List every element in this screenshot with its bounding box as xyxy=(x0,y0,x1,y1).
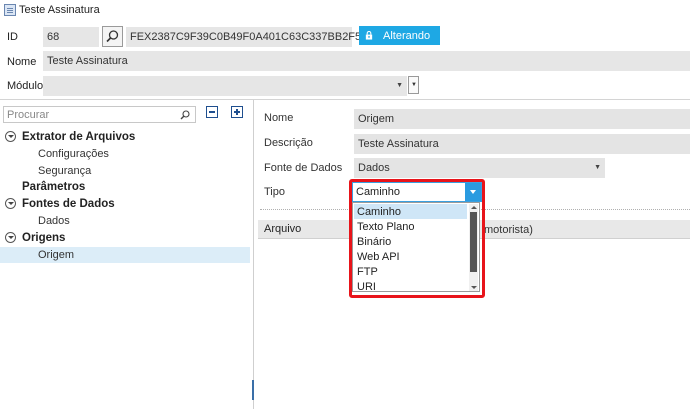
scroll-thumb[interactable] xyxy=(470,212,477,272)
tree-item-origens[interactable]: Origens xyxy=(0,230,250,246)
form-descricao-label: Descrição xyxy=(264,137,313,149)
id-label: ID xyxy=(7,31,18,43)
expander-icon[interactable] xyxy=(5,198,16,209)
tree-item-label: Origem xyxy=(38,249,75,261)
tree-item-label: Segurança xyxy=(38,165,92,177)
tipo-option-texto-plano[interactable]: Texto Plano xyxy=(354,219,467,234)
search-icon xyxy=(106,30,119,43)
tree-item-dados[interactable]: Dados xyxy=(0,213,250,229)
tree-item-parametros[interactable]: Parâmetros xyxy=(0,179,250,195)
tipo-option-ftp[interactable]: FTP xyxy=(354,264,467,279)
tipo-dropdown-list: Caminho Texto Plano Binário Web API FTP … xyxy=(352,202,480,292)
id-field[interactable]: 68 xyxy=(43,27,99,47)
tipo-option-binario[interactable]: Binário xyxy=(354,234,467,249)
search-icon xyxy=(180,110,190,120)
modulo-select[interactable]: ▼ xyxy=(43,76,407,96)
status-button[interactable]: Alterando xyxy=(359,26,440,45)
tree-item-label: Configurações xyxy=(38,148,109,160)
tree-item-label: Parâmetros xyxy=(22,181,86,193)
expander-icon[interactable] xyxy=(5,232,16,243)
sidebar-scrollbar[interactable] xyxy=(252,380,254,400)
tree-item-label: Origens xyxy=(22,232,66,244)
chevron-down-icon: ▼ xyxy=(396,82,403,89)
form-fonte-select[interactable]: Dados ▼ xyxy=(354,158,605,178)
search-placeholder: Procurar xyxy=(7,108,50,121)
tree-item-seguranca[interactable]: Segurança xyxy=(0,163,250,179)
window-title: Teste Assinatura xyxy=(19,4,100,16)
tipo-option-web-api[interactable]: Web API xyxy=(354,249,467,264)
lock-icon xyxy=(365,31,373,40)
nome-label: Nome xyxy=(7,56,37,68)
form-fonte-label: Fonte de Dados xyxy=(264,162,343,174)
tipo-select[interactable]: Caminho xyxy=(352,182,482,202)
form-descricao-field[interactable]: Teste Assinatura xyxy=(354,134,690,154)
form-nome-field[interactable]: Origem xyxy=(354,109,690,129)
tree-item-label: Fontes de Dados xyxy=(22,198,115,210)
expander-icon[interactable] xyxy=(5,131,16,142)
chevron-down-icon: ▼ xyxy=(594,164,601,171)
fonte-value: Dados xyxy=(358,162,390,174)
tree-item-label: Extrator de Arquivos xyxy=(22,131,136,143)
tree-item-extrator[interactable]: Extrator de Arquivos xyxy=(0,129,250,145)
tree-item-origem[interactable]: Origem xyxy=(0,247,250,263)
tipo-option-caminho[interactable]: Caminho xyxy=(354,204,467,219)
expand-all-icon[interactable] xyxy=(231,106,243,118)
chevron-down-icon: ▼ xyxy=(411,82,417,88)
id-search-button[interactable] xyxy=(102,26,123,47)
sidebar: Procurar Extrator de Arquivos Configuraç… xyxy=(0,100,254,409)
form-tipo-label: Tipo xyxy=(264,186,285,198)
modulo-dropdown-button[interactable]: ▼ xyxy=(408,76,419,94)
collapse-all-icon[interactable] xyxy=(206,106,218,118)
sidebar-search-input[interactable]: Procurar xyxy=(3,106,196,123)
chevron-down-icon[interactable] xyxy=(465,183,481,201)
window-icon xyxy=(4,4,16,16)
tree-item-label: Dados xyxy=(38,215,70,227)
modulo-label: Módulo xyxy=(7,80,44,92)
dropdown-scrollbar[interactable] xyxy=(469,204,478,291)
nome-field[interactable]: Teste Assinatura xyxy=(43,51,690,71)
tipo-value: Caminho xyxy=(356,186,401,198)
tree-item-fontes[interactable]: Fontes de Dados xyxy=(0,196,250,212)
scroll-down-icon[interactable] xyxy=(471,286,477,289)
status-label: Alterando xyxy=(383,29,431,42)
tree-item-configuracoes[interactable]: Configurações xyxy=(0,146,250,162)
scroll-up-icon[interactable] xyxy=(471,206,477,209)
title-bar: Teste Assinatura xyxy=(0,0,690,20)
tipo-option-uri[interactable]: URI xyxy=(354,279,467,292)
arquivo-trailing-text: motorista) xyxy=(484,224,533,236)
arquivo-label: Arquivo xyxy=(264,223,302,235)
hash-field[interactable]: FEX2387C9F39C0B49F0A401C63C337BB2F5032 xyxy=(126,27,380,47)
form-nome-label: Nome xyxy=(264,112,294,124)
